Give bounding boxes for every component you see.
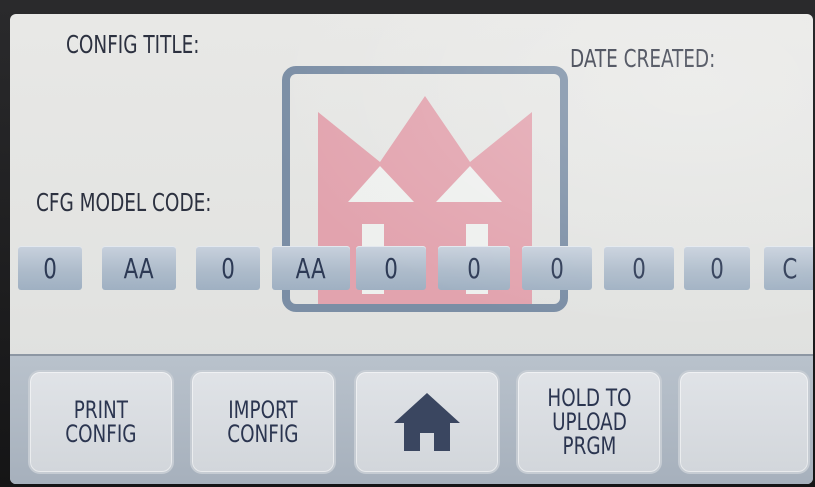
- model-code-label: CFG MODEL CODE:: [36, 188, 212, 217]
- model-code-value: 0: [710, 251, 724, 285]
- model-code-value: AA: [124, 251, 154, 285]
- model-code-value: 0: [43, 251, 57, 285]
- model-code-cell-6[interactable]: 0: [438, 246, 510, 290]
- model-code-value: 0: [467, 251, 481, 285]
- model-code-value: 0: [550, 251, 564, 285]
- model-code-value: C: [782, 251, 798, 285]
- device-bezel: CONFIG TITLE: DATE CREATED: CFG MODEL CO…: [0, 0, 815, 487]
- model-code-cell-5[interactable]: 0: [356, 246, 426, 290]
- hold-to-upload-label: HOLD TO UPLOAD PRGM: [546, 384, 632, 460]
- home-icon: [394, 393, 460, 451]
- model-code-cell-10[interactable]: C: [764, 246, 813, 290]
- hold-to-upload-button[interactable]: HOLD TO UPLOAD PRGM: [516, 370, 662, 474]
- model-code-value: 0: [221, 251, 235, 285]
- import-config-label: IMPORT CONFIG: [227, 396, 299, 448]
- bottom-toolbar: PRINT CONFIG IMPORT CONFIG HOLD TO UPLOA…: [10, 354, 813, 484]
- config-title-label: CONFIG TITLE:: [66, 30, 200, 59]
- model-code-cell-8[interactable]: 0: [604, 246, 674, 290]
- print-config-button[interactable]: PRINT CONFIG: [28, 370, 174, 474]
- date-created-label: DATE CREATED:: [570, 44, 716, 73]
- model-code-cell-2[interactable]: AA: [102, 246, 176, 290]
- touch-screen: CONFIG TITLE: DATE CREATED: CFG MODEL CO…: [10, 14, 813, 484]
- blank-button[interactable]: [678, 370, 810, 474]
- home-button[interactable]: [354, 370, 500, 474]
- model-code-value: 0: [632, 251, 646, 285]
- model-code-cell-1[interactable]: 0: [18, 246, 82, 290]
- model-code-cell-4[interactable]: AA: [272, 246, 350, 290]
- model-code-value: AA: [296, 251, 326, 285]
- model-code-row: 0 AA 0 AA 0 0 0 0 0 C: [18, 246, 813, 296]
- model-code-cell-9[interactable]: 0: [684, 246, 750, 290]
- model-code-value: 0: [384, 251, 398, 285]
- print-config-label: PRINT CONFIG: [65, 396, 137, 448]
- model-code-cell-7[interactable]: 0: [522, 246, 592, 290]
- model-code-cell-3[interactable]: 0: [196, 246, 260, 290]
- import-config-button[interactable]: IMPORT CONFIG: [190, 370, 336, 474]
